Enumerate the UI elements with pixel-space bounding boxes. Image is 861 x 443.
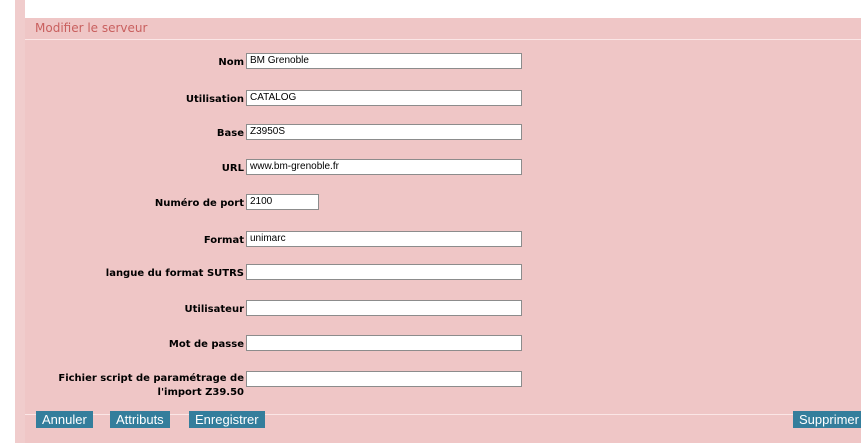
base-input[interactable]: Z3950S: [246, 124, 522, 140]
format-input[interactable]: unimarc: [246, 231, 522, 247]
nom-input[interactable]: BM Grenoble: [246, 53, 522, 69]
base-label: Base: [216, 128, 244, 139]
utilisateur-input[interactable]: [246, 300, 522, 316]
nom-label: Nom: [218, 57, 244, 68]
save-button[interactable]: Enregistrer: [189, 411, 265, 428]
password-label: Mot de passe: [168, 339, 244, 350]
import-script-label: Fichier script de paramétrage de l'impor…: [58, 373, 244, 398]
sutrs-language-input[interactable]: [246, 264, 522, 280]
utilisation-label: Utilisation: [185, 94, 244, 105]
cancel-button[interactable]: Annuler: [36, 411, 93, 428]
left-margin-strip: [15, 0, 25, 443]
sutrs-language-label: langue du format SUTRS: [105, 268, 244, 279]
url-input[interactable]: www.bm-grenoble.fr: [246, 159, 522, 175]
form-title: Modifier le serveur: [35, 21, 148, 35]
import-script-input[interactable]: [246, 371, 522, 387]
delete-button[interactable]: Supprimer: [793, 411, 861, 428]
title-divider: [25, 39, 861, 40]
password-input[interactable]: [246, 335, 522, 351]
url-label: URL: [221, 163, 244, 174]
port-label: Numéro de port: [154, 198, 244, 209]
format-label: Format: [203, 235, 244, 246]
attributes-button[interactable]: Attributs: [110, 411, 170, 428]
port-input[interactable]: 2100: [246, 194, 319, 210]
utilisateur-label: Utilisateur: [184, 304, 245, 315]
utilisation-input[interactable]: CATALOG: [246, 90, 522, 106]
edit-server-panel: Modifier le serveur Nom BM Grenoble Util…: [25, 18, 861, 443]
